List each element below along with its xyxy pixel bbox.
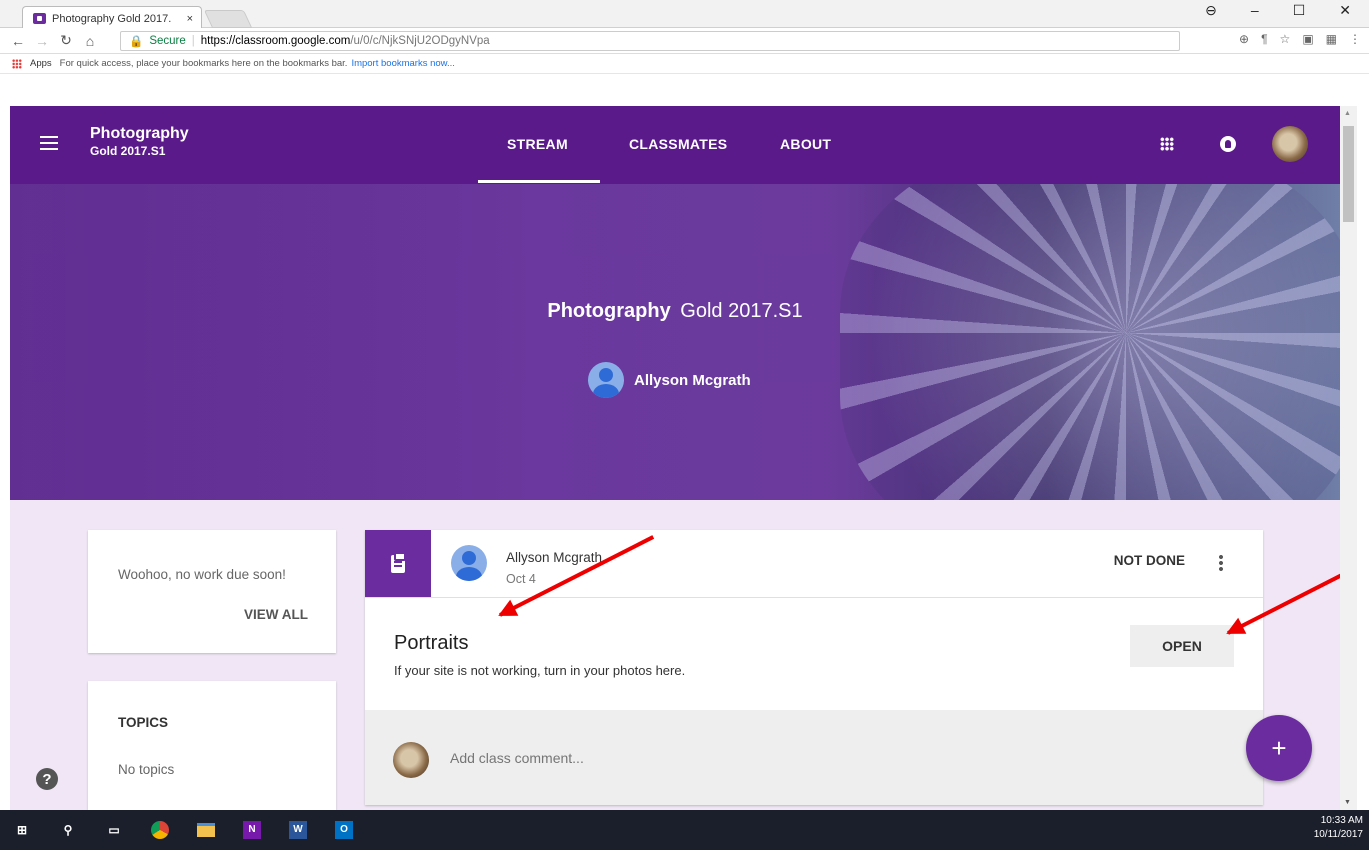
- tab-stream[interactable]: STREAM: [507, 136, 568, 152]
- assignment-post: Allyson Mcgrath Oct 4 NOT DONE Portraits…: [365, 530, 1263, 805]
- banner-title: Photography Gold 2017.S1: [10, 300, 1340, 323]
- bookmark-star-icon[interactable]: ☆: [1280, 32, 1291, 46]
- banner-class-name: Photography: [547, 300, 671, 322]
- apps-link[interactable]: Apps: [30, 58, 52, 69]
- secure-label: Secure: [149, 35, 186, 47]
- browser-tabstrip: Photography Gold 2017. × ⊖ – ☐ ✕: [0, 0, 1369, 30]
- zoom-icon[interactable]: ⊕: [1239, 32, 1249, 46]
- post-date: Oct 4: [506, 572, 536, 586]
- class-banner: Photography Gold 2017.S1 Allyson Mcgrath: [10, 184, 1340, 500]
- post-author: Allyson Mcgrath: [506, 550, 603, 565]
- assignment-icon: [365, 530, 431, 597]
- url-field[interactable]: 🔒 Secure | https://classroom.google.com …: [120, 31, 1180, 51]
- tab-close-icon[interactable]: ×: [187, 13, 193, 25]
- task-view-icon[interactable]: ▭: [104, 820, 124, 840]
- classroom-header: Photography Gold 2017.S1 STREAM CLASSMAT…: [10, 106, 1340, 184]
- window-controls: ⊖ – ☐ ✕: [1205, 2, 1351, 19]
- topics-card: TOPICS No topics: [88, 681, 336, 810]
- import-bookmarks-link[interactable]: Import bookmarks now...: [351, 58, 454, 69]
- banner-teacher: Allyson Mcgrath: [588, 362, 751, 398]
- classroom-favicon-icon: [33, 13, 46, 24]
- chrome-icon[interactable]: [150, 820, 170, 840]
- active-tab-indicator: [478, 180, 600, 183]
- class-comment-input[interactable]: [450, 750, 1050, 766]
- tab-about[interactable]: ABOUT: [780, 136, 831, 152]
- view-all-link[interactable]: VIEW ALL: [244, 607, 308, 622]
- menu-kebab-icon[interactable]: ⋮: [1349, 32, 1361, 46]
- notifications-icon[interactable]: [1220, 136, 1236, 152]
- help-icon[interactable]: ?: [36, 768, 58, 790]
- comment-area: [365, 710, 1263, 805]
- address-bar-row: ← → ↻ ⌂ 🔒 Secure | https://classroom.goo…: [0, 28, 1369, 54]
- new-tab-button[interactable]: [203, 10, 253, 28]
- url-path: /u/0/c/NjkSNjU2ODgyNVpa: [350, 35, 490, 47]
- tab-title: Photography Gold 2017.: [52, 12, 172, 25]
- tab-classmates[interactable]: CLASSMATES: [629, 136, 727, 152]
- maximize-button[interactable]: ☐: [1293, 2, 1306, 19]
- apps-grid-icon[interactable]: [12, 58, 22, 69]
- file-explorer-icon[interactable]: [196, 820, 216, 840]
- scrollbar-thumb[interactable]: [1343, 126, 1354, 222]
- banner-section: Gold 2017.S1: [680, 300, 803, 322]
- assignment-description: If your site is not working, turn in you…: [394, 663, 686, 678]
- clock-time: 10:33 AM: [1320, 815, 1363, 826]
- add-fab-button[interactable]: +: [1246, 715, 1312, 781]
- teacher-name: Allyson Mcgrath: [634, 371, 751, 389]
- commenter-avatar: [393, 742, 429, 778]
- post-menu-icon[interactable]: [1219, 554, 1223, 572]
- status-label: NOT DONE: [1113, 553, 1185, 568]
- topics-heading: TOPICS: [118, 715, 169, 730]
- author-avatar: [451, 545, 487, 581]
- bookmarks-hint: For quick access, place your bookmarks h…: [59, 58, 348, 69]
- lock-icon: 🔒: [129, 36, 144, 48]
- search-icon[interactable]: ⚲: [58, 820, 78, 840]
- class-section: Gold 2017.S1: [90, 144, 166, 158]
- clock-date: 10/11/2017: [1313, 829, 1363, 840]
- assignment-title[interactable]: Portraits: [394, 632, 468, 655]
- forward-icon[interactable]: →: [30, 33, 54, 49]
- windows-taskbar: ⊞ ⚲ ▭ N W O 10:33 AM 10/11/2017: [0, 810, 1369, 850]
- system-clock[interactable]: 10:33 AM 10/11/2017: [1314, 814, 1363, 842]
- outlook-icon[interactable]: O: [334, 820, 354, 840]
- address-bar-actions: ⊕ ¶ ☆ ▣ ▦ ⋮: [1239, 32, 1361, 46]
- page-scrollbar[interactable]: ▲ ▼: [1340, 106, 1357, 810]
- browser-tab[interactable]: Photography Gold 2017. ×: [22, 6, 202, 30]
- url-host: https://classroom.google.com: [200, 35, 351, 47]
- reload-icon[interactable]: ↻: [54, 32, 78, 49]
- extension-3-icon[interactable]: ▦: [1326, 32, 1337, 46]
- class-name[interactable]: Photography: [90, 126, 189, 142]
- topics-empty: No topics: [118, 762, 175, 777]
- stream-content: Woohoo, no work due soon! VIEW ALL TOPIC…: [10, 500, 1340, 810]
- bookmarks-bar: Apps For quick access, place your bookma…: [0, 54, 1369, 74]
- extension-icon[interactable]: ¶: [1261, 32, 1267, 46]
- back-icon[interactable]: ←: [6, 33, 30, 49]
- extension-2-icon[interactable]: ▣: [1302, 32, 1313, 46]
- bookmarks-area: Apps For quick access, place your bookma…: [0, 54, 1369, 106]
- snowflake-image: [840, 184, 1340, 500]
- windows-start-icon[interactable]: ⊞: [12, 820, 32, 840]
- upcoming-card: Woohoo, no work due soon! VIEW ALL: [88, 530, 336, 653]
- open-button[interactable]: OPEN: [1130, 625, 1234, 667]
- account-icon[interactable]: ⊖: [1205, 2, 1217, 19]
- onenote-icon[interactable]: N: [242, 820, 262, 840]
- word-icon[interactable]: W: [288, 820, 308, 840]
- hamburger-menu-icon[interactable]: [40, 136, 58, 150]
- minimize-button[interactable]: –: [1251, 2, 1259, 19]
- close-window-button[interactable]: ✕: [1339, 2, 1351, 19]
- user-avatar[interactable]: [1272, 126, 1308, 162]
- home-icon[interactable]: ⌂: [78, 33, 102, 49]
- google-apps-icon[interactable]: [1160, 137, 1174, 151]
- teacher-avatar: [588, 362, 624, 398]
- url-separator: |: [191, 35, 195, 47]
- upcoming-message: Woohoo, no work due soon!: [118, 567, 286, 582]
